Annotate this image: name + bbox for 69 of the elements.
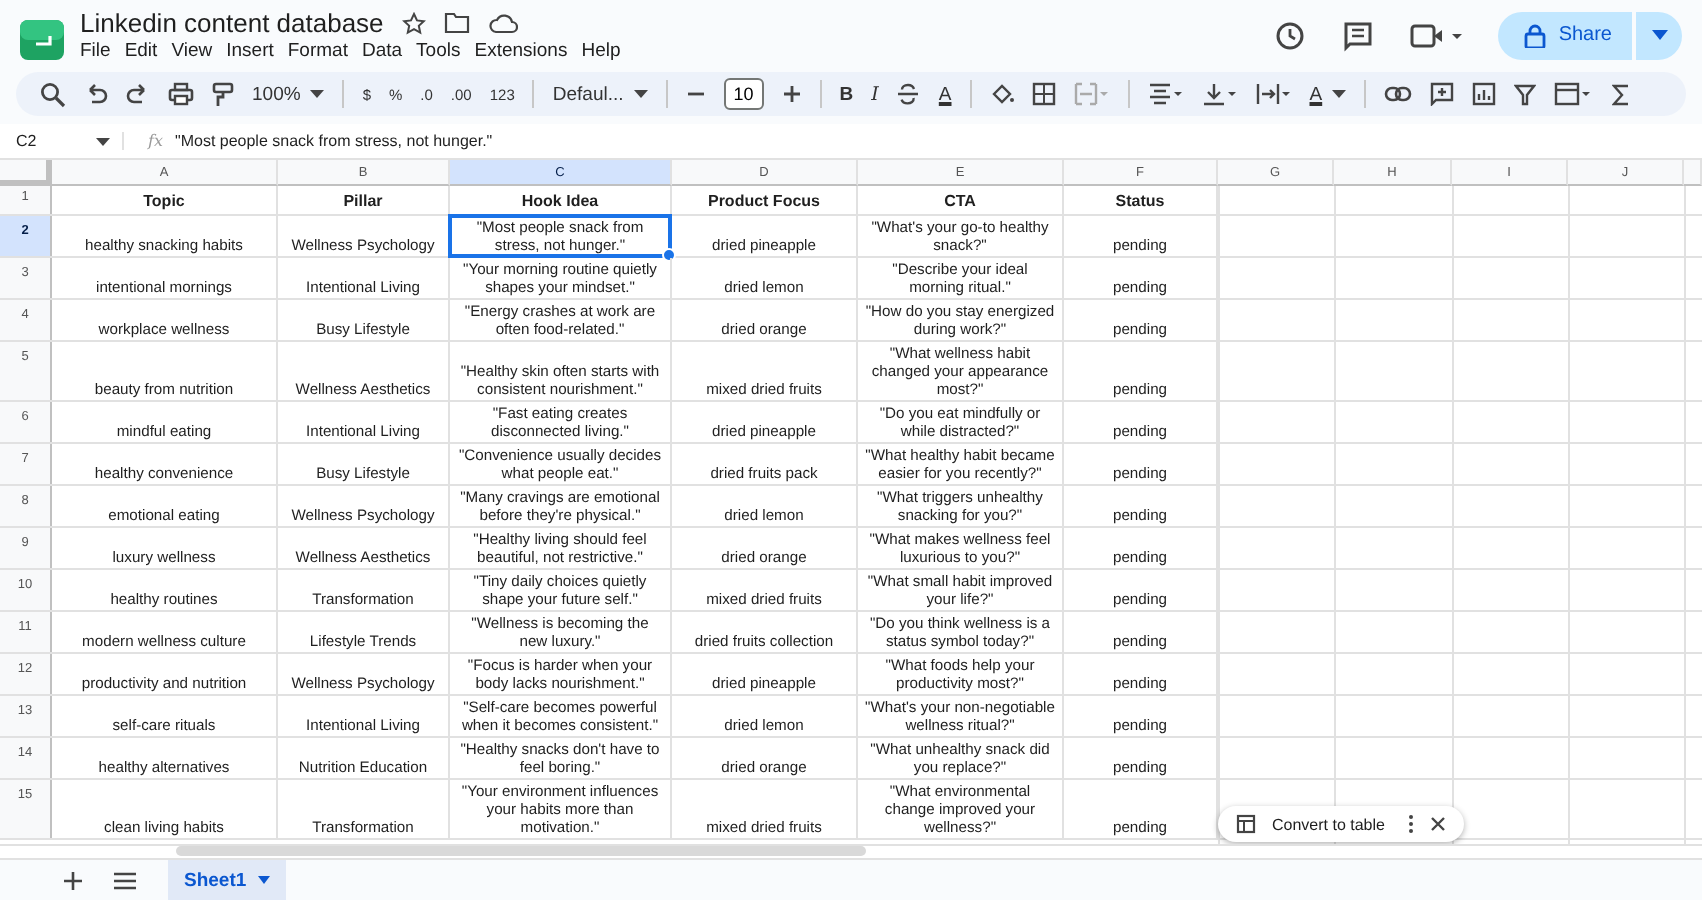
- caret-icon: [258, 876, 271, 884]
- menu-item[interactable]: Help: [581, 40, 621, 62]
- font-dropdown[interactable]: Defaul...: [552, 83, 648, 105]
- comment-add-icon[interactable]: [1430, 82, 1455, 106]
- fx-label: fx: [148, 132, 163, 150]
- star-icon[interactable]: [401, 11, 426, 35]
- link-icon[interactable]: [1384, 86, 1413, 102]
- horizontal-align-icon[interactable]: [1147, 82, 1184, 106]
- plus-icon[interactable]: [781, 84, 802, 104]
- sheet-tab[interactable]: Sheet1: [168, 860, 287, 900]
- column-title: Topic: [143, 191, 185, 209]
- column-title: CTA: [944, 191, 976, 209]
- share-button[interactable]: Share: [1498, 11, 1632, 59]
- more-options-icon[interactable]: [1408, 814, 1415, 834]
- caret-icon: [1651, 30, 1667, 40]
- search-icon[interactable]: [40, 81, 66, 107]
- add-sheet-icon[interactable]: [64, 871, 82, 889]
- menu-item[interactable]: File: [80, 40, 111, 62]
- history-icon[interactable]: [1274, 19, 1307, 51]
- functions-icon[interactable]: [1612, 83, 1631, 105]
- chart-icon[interactable]: [1472, 82, 1497, 106]
- table-view-icon[interactable]: [1554, 82, 1595, 106]
- sheets-logo-icon[interactable]: [20, 19, 64, 59]
- folder-icon[interactable]: [443, 12, 470, 34]
- column-title: Pillar: [343, 191, 383, 209]
- italic-button[interactable]: I: [871, 83, 879, 105]
- name-box[interactable]: C2: [0, 132, 124, 150]
- close-icon[interactable]: [1430, 816, 1447, 832]
- strikethrough-icon[interactable]: [896, 82, 921, 106]
- menu-item[interactable]: Tools: [416, 40, 461, 62]
- filter-icon[interactable]: [1514, 83, 1537, 105]
- scrollbar-thumb[interactable]: [176, 846, 866, 856]
- text-rotation-button[interactable]: A: [1309, 83, 1347, 105]
- redo-icon[interactable]: [126, 82, 150, 106]
- caret-icon: [1332, 90, 1347, 98]
- text-color-button[interactable]: A: [938, 83, 952, 105]
- menu-item[interactable]: Format: [287, 40, 348, 62]
- undo-icon[interactable]: [84, 82, 108, 106]
- print-icon[interactable]: [168, 82, 194, 106]
- menu-item[interactable]: Extensions: [474, 40, 568, 62]
- vertical-align-icon[interactable]: [1201, 82, 1238, 106]
- cloud-icon[interactable]: [487, 12, 518, 34]
- paint-format-icon[interactable]: [212, 81, 234, 107]
- column-title: Hook Idea: [521, 191, 599, 209]
- caret-icon: [96, 137, 110, 145]
- share-options-button[interactable]: [1634, 11, 1682, 59]
- menu-item[interactable]: Edit: [124, 40, 158, 62]
- caret-icon: [310, 90, 325, 98]
- menu-item[interactable]: Data: [361, 40, 403, 62]
- lock-icon: [1524, 23, 1547, 47]
- video-call-icon[interactable]: [1410, 21, 1463, 49]
- fill-color-icon[interactable]: [989, 82, 1014, 106]
- caret-icon: [633, 90, 648, 98]
- convert-to-table-button[interactable]: Convert to table: [1272, 815, 1385, 833]
- all-sheets-icon[interactable]: [114, 871, 136, 889]
- document-title[interactable]: Linkedin content database: [80, 8, 384, 38]
- menu-item[interactable]: View: [171, 40, 213, 62]
- table-icon: [1236, 814, 1256, 834]
- bold-button[interactable]: B: [839, 83, 854, 105]
- formula-field[interactable]: "Most people snack from stress, not hunger.": [174, 132, 493, 150]
- merge-cells-icon[interactable]: [1073, 82, 1110, 106]
- font-size-field[interactable]: 10: [723, 78, 764, 110]
- menu-item[interactable]: Insert: [226, 40, 274, 62]
- borders-icon[interactable]: [1031, 82, 1056, 106]
- comment-icon[interactable]: [1342, 19, 1375, 51]
- zoom-dropdown[interactable]: 100%: [252, 83, 325, 105]
- column-title: Status: [1115, 191, 1165, 209]
- column-title: Product Focus: [707, 191, 820, 209]
- text-wrapping-icon[interactable]: [1255, 82, 1292, 106]
